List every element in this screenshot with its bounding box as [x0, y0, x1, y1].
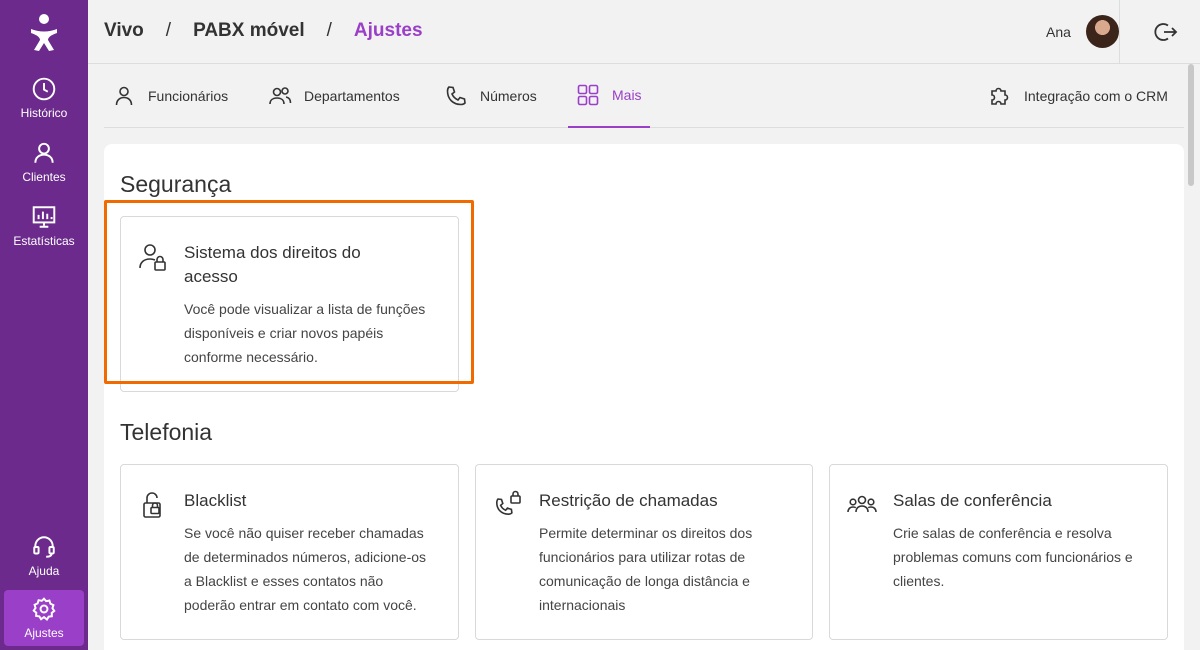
card-title: Salas de conferência — [893, 491, 1052, 510]
card-title: Restrição de chamadas — [539, 491, 718, 510]
card-desc-line: de determinados números, adicione-os — [184, 549, 427, 565]
group-icon — [847, 495, 877, 513]
tab-label: Funcionários — [148, 88, 229, 104]
sidebar-item-historico[interactable]: Histórico — [4, 70, 84, 126]
grid-icon — [577, 84, 599, 106]
puzzle-icon — [991, 87, 1009, 105]
settings-panel: Segurança Sistema dos direitos do acesso… — [104, 144, 1184, 650]
sidebar-item-ajustes[interactable]: Ajustes — [4, 590, 84, 646]
sidebar: Histórico Clientes Estatísticas Ajuda Aj… — [0, 0, 88, 650]
tab-departamentos[interactable]: Departamentos — [268, 64, 400, 128]
people-icon — [269, 87, 292, 105]
avatar[interactable] — [1086, 15, 1119, 48]
breadcrumb: Vivo / PABX móvel / Ajustes — [104, 20, 423, 42]
card-desc-line: Permite determinar os direitos dos — [539, 525, 753, 541]
section-title-seguranca: Segurança — [120, 171, 232, 197]
header-divider — [1119, 0, 1120, 64]
tab-funcionarios[interactable]: Funcionários — [112, 64, 228, 128]
card-description: Permite determinar os direitos dos funci… — [539, 521, 752, 617]
tab-label: Mais — [612, 87, 642, 103]
card-description: Crie salas de conferência e resolva prob… — [893, 521, 1133, 593]
card-desc-line: poderão entrar em contato com você. — [184, 597, 417, 613]
card-call-restriction[interactable]: Restrição de chamadas Permite determinar… — [475, 464, 813, 640]
gear-icon — [32, 597, 56, 621]
tab-label: Números — [480, 88, 537, 104]
card-desc-line: funcionários para utilizar rotas de — [539, 549, 746, 565]
section-title-telefonia: Telefonia — [120, 419, 213, 445]
chart-icon — [32, 206, 56, 228]
headset-icon — [33, 536, 55, 558]
breadcrumb-item-pabx[interactable]: PABX móvel — [193, 20, 305, 42]
person-icon — [115, 86, 133, 106]
card-desc-line: problemas comuns com funcionários e — [893, 549, 1133, 565]
header: Vivo / PABX móvel / Ajustes Ana — [88, 0, 1200, 64]
card-title: Blacklist — [184, 491, 247, 510]
card-description: Você pode visualizar a lista de funções … — [184, 297, 425, 369]
card-desc-line: disponíveis e criar novos papéis — [184, 325, 384, 341]
card-desc-line: internacionais — [539, 597, 626, 613]
card-desc-line: clientes. — [893, 573, 945, 589]
card-access-rights[interactable]: Sistema dos direitos do acesso Você pode… — [120, 216, 459, 392]
phone-icon — [446, 86, 466, 106]
sidebar-item-label: Histórico — [20, 106, 68, 120]
card-conference-rooms[interactable]: Salas de conferência Crie salas de confe… — [829, 464, 1168, 640]
vivo-logo[interactable] — [28, 12, 60, 52]
clock-icon — [32, 77, 56, 101]
breadcrumb-separator: / — [326, 20, 332, 41]
card-desc-line: comunicação de longa distância e — [539, 573, 750, 589]
card-title: Sistema dos direitos do acesso — [184, 241, 361, 289]
breadcrumb-separator: / — [165, 20, 172, 41]
sidebar-item-label: Ajustes — [24, 626, 64, 640]
sidebar-item-label: Ajuda — [28, 564, 60, 578]
card-desc-line: conforme necessário. — [184, 349, 318, 365]
tab-numeros[interactable]: Números — [444, 64, 537, 128]
scrollbar[interactable] — [1188, 64, 1194, 186]
sidebar-item-estatisticas[interactable]: Estatísticas — [4, 198, 84, 254]
card-desc-line: a Blacklist e esses contatos não — [184, 573, 384, 589]
sidebar-item-ajuda[interactable]: Ajuda — [4, 528, 84, 584]
card-blacklist[interactable]: Blacklist Se você não quiser receber cha… — [120, 464, 459, 640]
tab-bar: Funcionários Departamentos Números Mais … — [104, 64, 1184, 128]
lock-icon — [143, 492, 161, 518]
logout-icon[interactable] — [1154, 20, 1178, 44]
card-description: Se você não quiser receber chamadas de d… — [184, 521, 426, 617]
phone-lock-icon — [495, 490, 521, 516]
user-lock-icon — [139, 244, 166, 271]
tab-label: Integração com o CRM — [1024, 88, 1168, 104]
sidebar-item-label: Clientes — [22, 170, 66, 184]
breadcrumb-item-vivo[interactable]: Vivo — [104, 20, 144, 42]
person-icon — [34, 142, 54, 163]
card-desc-line: Se você não quiser receber chamadas — [184, 525, 424, 541]
card-title-line: Sistema dos direitos do — [184, 243, 361, 262]
card-desc-line: Você pode visualizar a lista de funções — [184, 301, 426, 317]
user-name[interactable]: Ana — [1046, 24, 1071, 40]
tab-label: Departamentos — [304, 88, 400, 104]
breadcrumb-item-ajustes: Ajustes — [353, 20, 423, 41]
sidebar-item-label: Estatísticas — [13, 234, 75, 248]
sidebar-item-clientes[interactable]: Clientes — [4, 134, 84, 190]
tab-mais[interactable]: Mais — [568, 64, 650, 128]
tab-integracao-crm[interactable]: Integração com o CRM — [988, 64, 1168, 128]
card-title-line: acesso — [184, 267, 238, 286]
card-desc-line: Crie salas de conferência e resolva — [893, 525, 1112, 541]
